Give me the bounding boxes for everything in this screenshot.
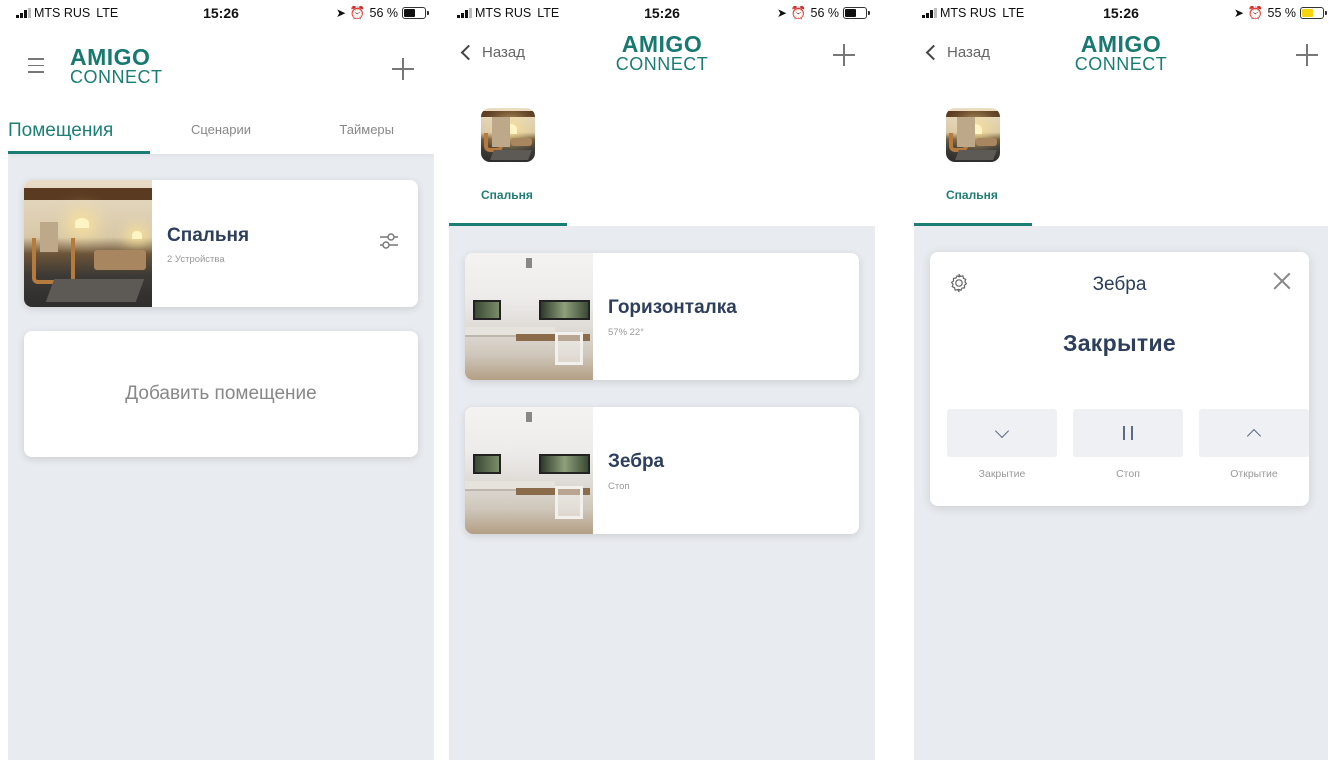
device-status: Стоп — [608, 481, 630, 492]
battery-percent: 56 % — [369, 6, 399, 20]
open-button[interactable] — [1199, 409, 1309, 457]
tab-rooms[interactable]: Помещения — [8, 108, 150, 154]
add-plus-icon[interactable] — [392, 58, 414, 80]
room-device-count: 2 Устройства — [167, 254, 225, 265]
sliders-icon[interactable] — [378, 230, 400, 252]
room-tab-bedroom[interactable]: Спальня — [946, 188, 998, 202]
open-label: Открытие — [1230, 468, 1278, 480]
active-tab-indicator — [914, 223, 1032, 226]
device-name: Зебра — [1092, 274, 1147, 295]
location-icon: ➤ — [776, 6, 787, 20]
alarm-icon: ⏰ — [790, 5, 807, 20]
carrier: MTS RUS — [475, 6, 532, 20]
tab-scenarios[interactable]: Сценарии — [150, 108, 292, 154]
status-bar: MTS RUS LTE 15:26 ➤ ⏰ 56 % — [8, 0, 434, 26]
chevron-down-icon — [994, 423, 1010, 439]
battery-percent: 55 % — [1267, 6, 1297, 20]
room-tab-bedroom[interactable]: Спальня — [481, 188, 533, 202]
signal-icon — [16, 8, 31, 18]
logo-bottom: CONNECT — [615, 54, 709, 74]
status-bar: MTS RUS LTE 15:26 ➤ ⏰ 56 % — [449, 0, 875, 26]
device-title: Зебра — [608, 451, 665, 472]
clock: 15:26 — [1103, 5, 1139, 21]
room-title: Спальня — [167, 225, 250, 246]
device-control-panel: Зебра Закрытие Закрытие Стоп Открытие — [930, 252, 1309, 506]
pause-icon — [1123, 426, 1133, 440]
clock: 15:26 — [203, 5, 239, 21]
battery-icon — [402, 7, 429, 19]
tab-timers[interactable]: Таймеры — [292, 108, 434, 154]
app-logo: AMIGO CONNECT — [914, 33, 1328, 74]
carrier: MTS RUS — [34, 6, 91, 20]
screen-device-control: MTS RUS LTE 15:26 ➤ ⏰ 55 % Назад AMIGO C… — [914, 0, 1328, 760]
battery-icon — [843, 7, 870, 19]
logo-bottom: CONNECT — [1074, 54, 1168, 74]
battery-percent: 56 % — [810, 6, 840, 20]
network-type: LTE — [96, 6, 119, 20]
device-title: Горизонталка — [608, 297, 737, 318]
app-logo: AMIGO CONNECT — [449, 33, 875, 74]
room-thumbnail[interactable] — [481, 108, 535, 162]
network-type: LTE — [537, 6, 560, 20]
close-icon[interactable] — [1273, 272, 1291, 290]
location-icon: ➤ — [335, 6, 346, 20]
location-icon: ➤ — [1233, 6, 1244, 20]
add-plus-icon[interactable] — [1296, 44, 1318, 66]
alarm-icon: ⏰ — [349, 5, 366, 20]
device-photo — [465, 407, 593, 534]
add-plus-icon[interactable] — [833, 44, 855, 66]
carrier: MTS RUS — [940, 6, 997, 20]
close-label: Закрытие — [978, 468, 1026, 480]
add-room-label: Добавить помещение — [125, 383, 317, 404]
tab-bar: Помещения Сценарии Таймеры — [8, 108, 434, 154]
room-thumbnail[interactable] — [946, 108, 1000, 162]
clock: 15:26 — [644, 5, 680, 21]
device-card[interactable]: Зебра Стоп — [465, 407, 859, 534]
device-card[interactable]: Горизонталка 57% 22° — [465, 253, 859, 380]
room-tab-strip: Спальня — [449, 98, 875, 226]
device-photo — [465, 253, 593, 380]
room-photo — [24, 180, 152, 307]
add-room-button[interactable]: Добавить помещение — [24, 331, 418, 457]
network-type: LTE — [1002, 6, 1025, 20]
battery-icon — [1300, 7, 1327, 19]
screen-rooms: MTS RUS LTE 15:26 ➤ ⏰ 56 % AMIGO CONNECT… — [8, 0, 434, 760]
active-tab-indicator — [449, 223, 567, 226]
app-logo: AMIGO CONNECT — [70, 46, 163, 87]
device-state: Закрытие — [1063, 330, 1176, 356]
signal-icon — [457, 8, 472, 18]
screen-room-devices: MTS RUS LTE 15:26 ➤ ⏰ 56 % Назад AMIGO C… — [449, 0, 875, 760]
chevron-up-icon — [1246, 428, 1262, 444]
status-bar: MTS RUS LTE 15:26 ➤ ⏰ 55 % — [914, 0, 1328, 26]
menu-icon[interactable] — [28, 58, 44, 73]
alarm-icon: ⏰ — [1247, 5, 1264, 20]
stop-label: Стоп — [1116, 468, 1140, 480]
room-card[interactable]: Спальня 2 Устройства — [24, 180, 418, 307]
device-status: 57% 22° — [608, 327, 645, 338]
close-button[interactable] — [947, 409, 1057, 457]
signal-icon — [922, 8, 937, 18]
logo-top: AMIGO — [70, 44, 151, 70]
logo-bottom: CONNECT — [70, 67, 163, 87]
logo-top: AMIGO — [1080, 31, 1162, 57]
room-tab-strip: Спальня — [914, 98, 1328, 226]
stop-button[interactable] — [1073, 409, 1183, 457]
logo-top: AMIGO — [621, 31, 703, 57]
